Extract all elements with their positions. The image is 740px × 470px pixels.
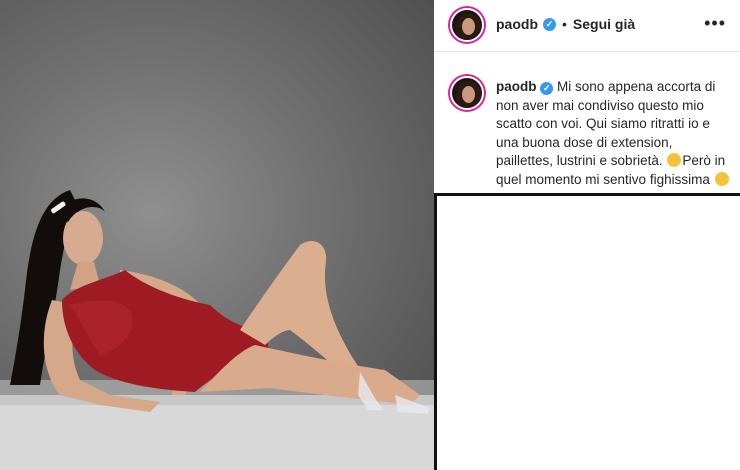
verified-badge-icon: ✓: [540, 82, 554, 95]
photo-illustration: [0, 190, 434, 470]
username-link[interactable]: paodb: [496, 16, 538, 32]
rofl-emoji-icon: [667, 153, 682, 167]
caption-username[interactable]: paodb: [496, 79, 537, 94]
caption-text: paodb ✓ Mi sono appena accorta di non av…: [496, 78, 732, 208]
avatar-face: [462, 86, 475, 103]
follow-status-button[interactable]: Segui già: [573, 16, 635, 32]
avatar-face: [462, 18, 475, 35]
header-user-line: paodb ✓ • Segui già: [496, 16, 635, 32]
verified-badge-icon: ✓: [543, 17, 556, 31]
blank-overlay-box: [434, 193, 740, 470]
caption-avatar[interactable]: [450, 76, 484, 110]
more-options-icon[interactable]: •••: [704, 14, 726, 32]
post-header: paodb ✓ • Segui già •••: [434, 0, 740, 52]
avatar[interactable]: [450, 8, 484, 42]
wink-emoji-icon: [714, 171, 729, 186]
post-photo[interactable]: [0, 0, 434, 470]
separator-dot: •: [562, 16, 567, 32]
